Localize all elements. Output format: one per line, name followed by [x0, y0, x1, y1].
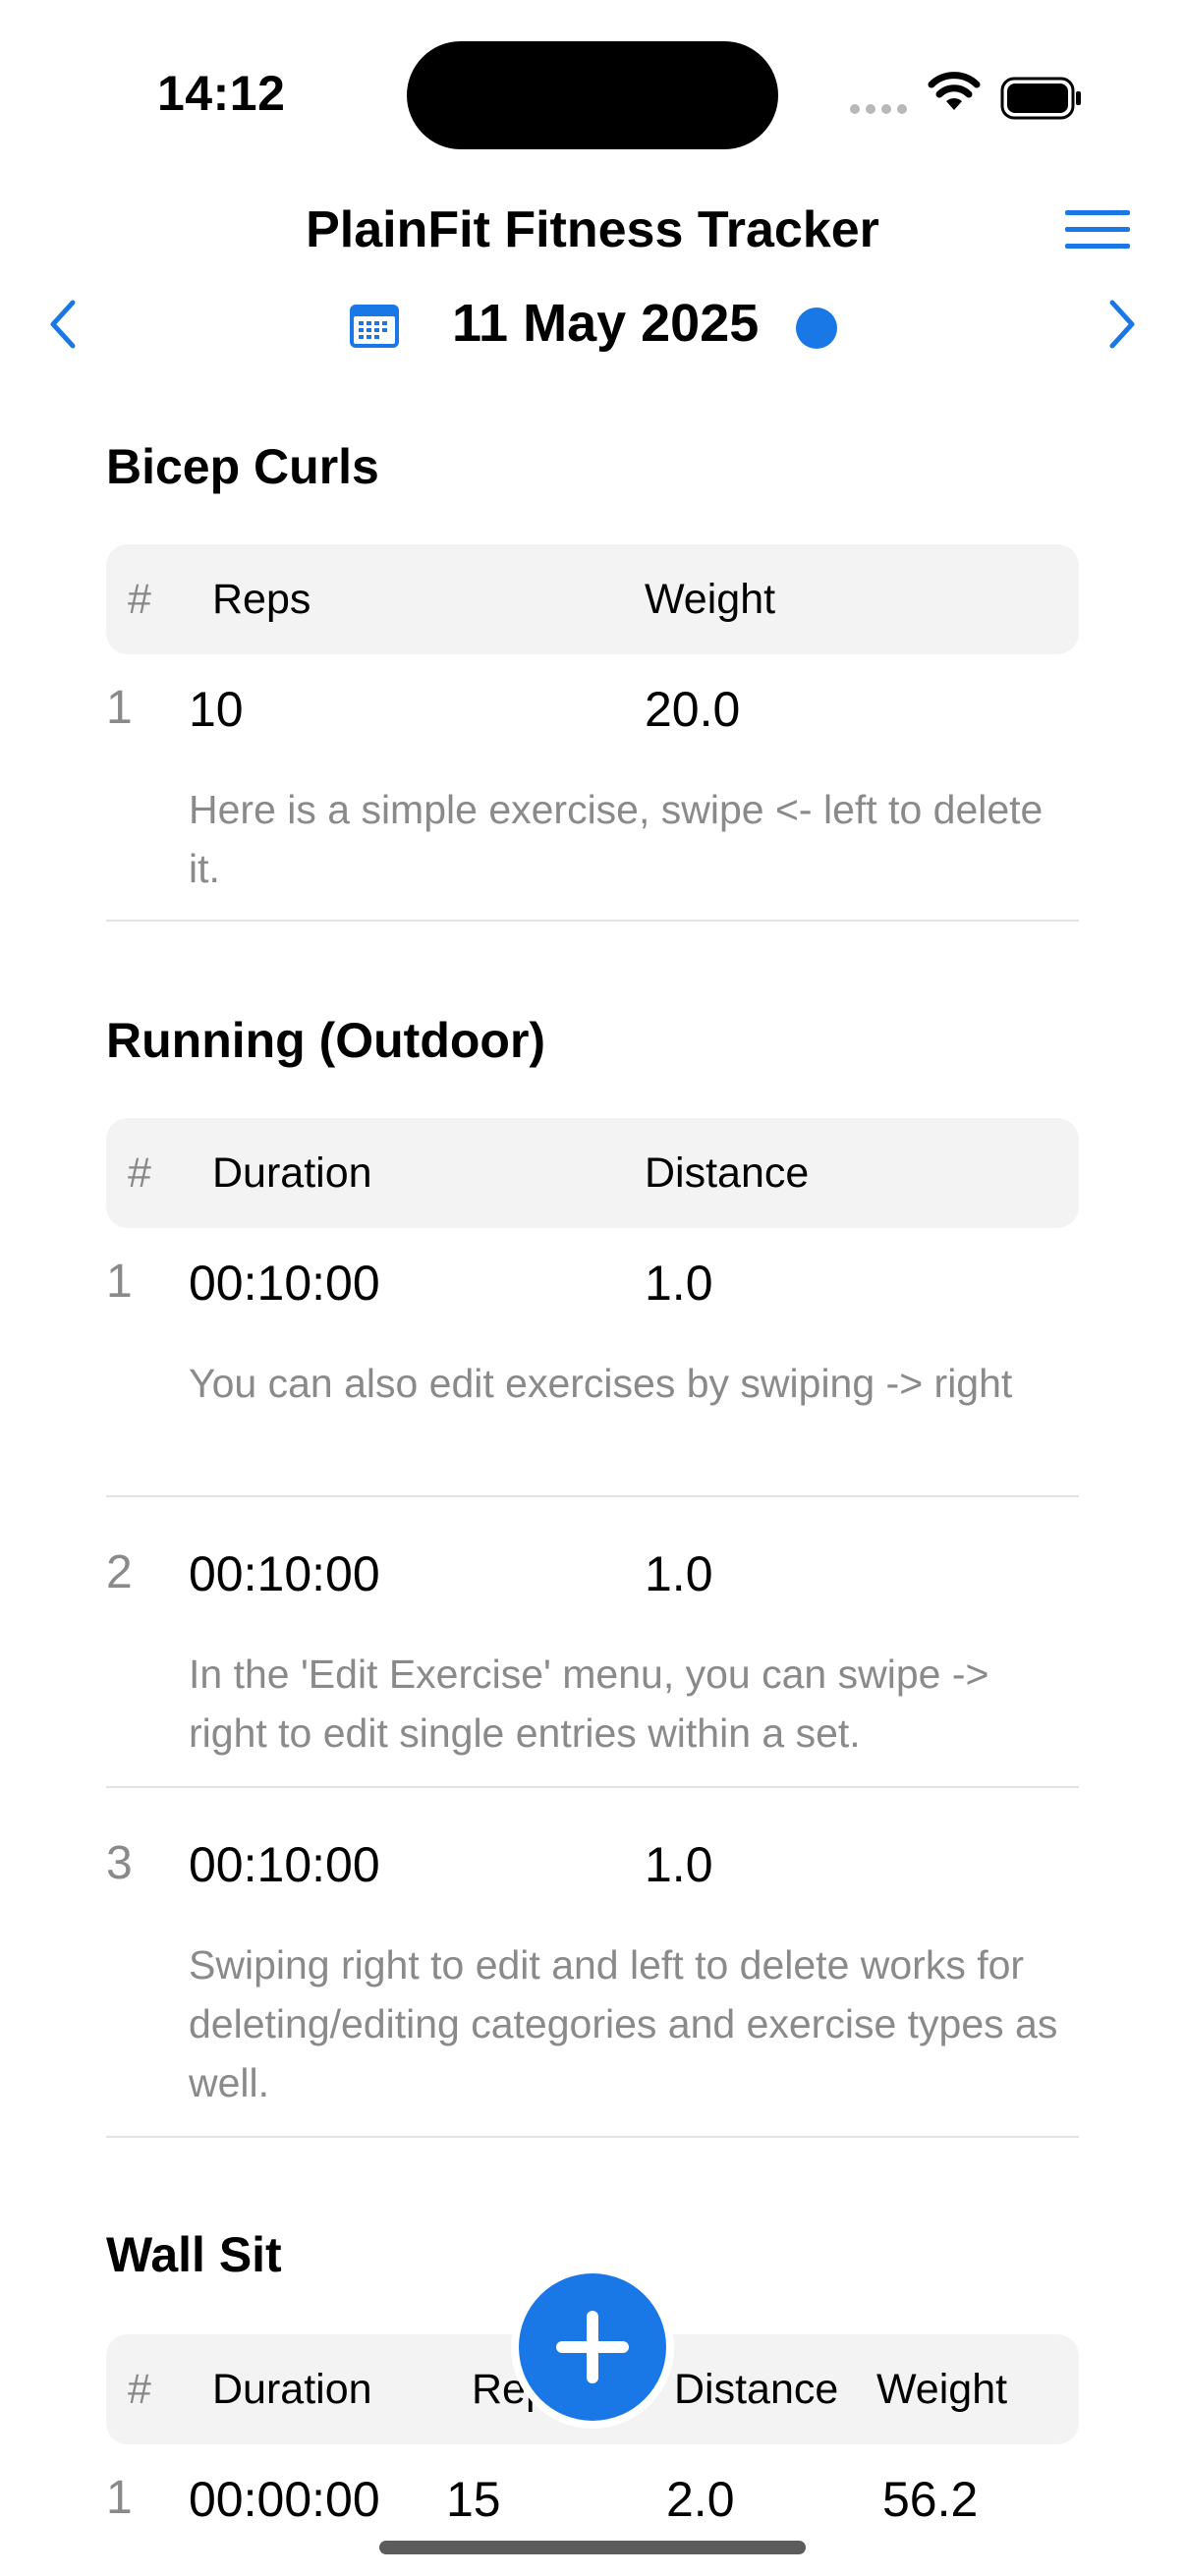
exercise-title: Running (Outdoor)	[106, 1013, 546, 1068]
exercise-title: Bicep Curls	[106, 439, 379, 494]
row-number: 2	[106, 1546, 133, 1598]
weight-value: 56.2	[882, 2472, 979, 2527]
header-number: #	[128, 2366, 151, 2413]
home-indicator[interactable]	[379, 2541, 806, 2554]
hamburger-menu-icon[interactable]	[1065, 210, 1130, 253]
app-title: PlainFit Fitness Tracker	[306, 201, 879, 258]
table-header: # Reps Weight	[106, 544, 1079, 654]
reps-value: 10	[189, 682, 244, 737]
row-number: 1	[106, 2472, 133, 2524]
divider	[106, 1495, 1079, 1497]
signal-dots-icon	[850, 104, 907, 114]
header-distance: Distance	[645, 1149, 810, 1197]
divider	[106, 920, 1079, 922]
header-weight: Weight	[876, 2366, 1008, 2413]
row-note: Swiping right to edit and left to delete…	[189, 1942, 1058, 2105]
duration-value: 00:10:00	[189, 1256, 380, 1311]
header-number: #	[128, 576, 151, 623]
duration-value: 00:10:00	[189, 1837, 380, 1892]
battery-icon	[1000, 77, 1081, 120]
today-indicator-dot[interactable]	[796, 308, 837, 349]
table-header: # Duration Distance	[106, 1118, 1079, 1228]
header-number: #	[128, 1149, 151, 1197]
exercise-title: Wall Sit	[106, 2227, 282, 2282]
add-exercise-button[interactable]	[519, 2273, 666, 2421]
header-distance: Distance	[674, 2366, 839, 2413]
divider	[106, 1786, 1079, 1788]
row-number: 1	[106, 682, 133, 734]
header-weight: Weight	[645, 576, 776, 623]
distance-value: 2.0	[666, 2472, 735, 2527]
chevron-right-icon[interactable]	[1102, 295, 1142, 354]
row-note: Here is a simple exercise, swipe <- left…	[189, 787, 1044, 891]
status-time: 14:12	[157, 66, 286, 121]
dynamic-island	[407, 41, 778, 149]
divider	[106, 2136, 1079, 2138]
wifi-icon	[928, 72, 981, 110]
chevron-left-icon[interactable]	[43, 295, 83, 354]
header-duration: Duration	[212, 2366, 372, 2413]
distance-value: 1.0	[645, 1837, 713, 1892]
weight-value: 20.0	[645, 682, 741, 737]
calendar-icon[interactable]	[348, 301, 401, 350]
header-duration: Duration	[212, 1149, 372, 1197]
row-number: 3	[106, 1837, 133, 1889]
duration-value: 00:10:00	[189, 1546, 380, 1601]
distance-value: 1.0	[645, 1256, 713, 1311]
duration-value: 00:00:00	[189, 2472, 380, 2527]
row-number: 1	[106, 1256, 133, 1308]
current-date[interactable]: 11 May 2025	[452, 293, 759, 354]
distance-value: 1.0	[645, 1546, 713, 1601]
status-bar: 14:12	[0, 0, 1185, 187]
row-note: You can also edit exercises by swiping -…	[189, 1361, 1013, 1406]
reps-value: 15	[446, 2472, 501, 2527]
header-reps: Reps	[212, 576, 311, 623]
row-note: In the 'Edit Exercise' menu, you can swi…	[189, 1652, 989, 1756]
